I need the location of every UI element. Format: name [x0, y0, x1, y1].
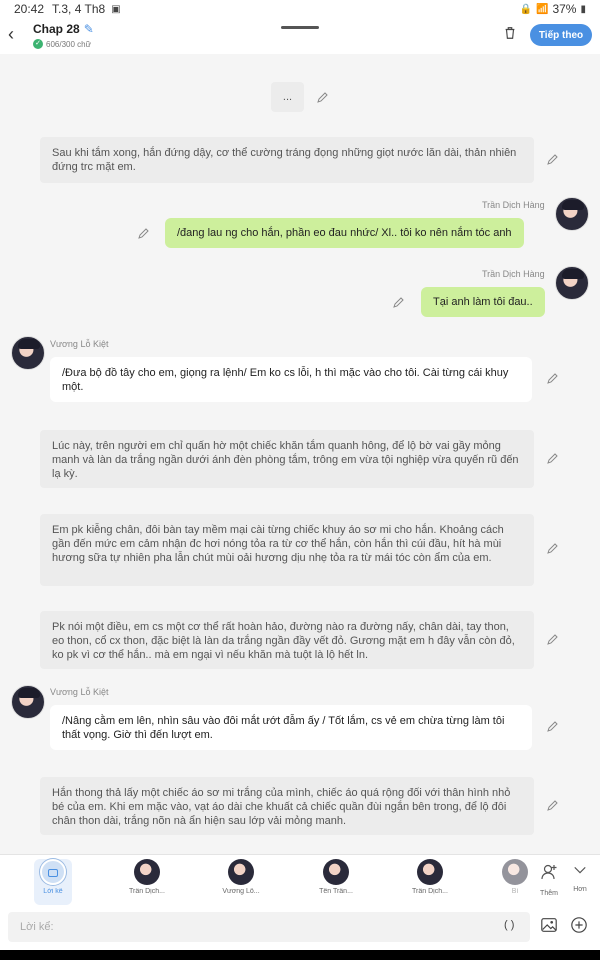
wifi-icon: 📶: [536, 3, 549, 15]
action-parentheses-button[interactable]: ( ): [504, 919, 514, 931]
placeholder-message[interactable]: ...: [271, 82, 304, 112]
follow-button[interactable]: Tiếp theo: [530, 24, 592, 46]
edit-pencil-icon[interactable]: [546, 799, 560, 813]
avatar[interactable]: [555, 266, 589, 300]
character-name: Lời kể: [43, 888, 63, 895]
word-count: ✓ 606/300 chữ: [33, 39, 91, 49]
add-icon[interactable]: [570, 916, 590, 936]
edit-pencil-icon[interactable]: [546, 633, 560, 647]
edit-pencil-icon[interactable]: [546, 720, 560, 734]
edit-pencil-icon[interactable]: [546, 542, 560, 556]
avatar[interactable]: [11, 336, 45, 370]
narration-input[interactable]: [8, 912, 530, 942]
character-name: Trần Dịch...: [129, 888, 165, 895]
narration-avatar: [40, 859, 66, 885]
chevron-down-icon: [574, 866, 586, 874]
status-bar: 20:42 T.3, 4 Th8 ▣ 🔒 📶 37% ▮: [0, 0, 600, 18]
edit-pencil-icon[interactable]: [546, 153, 560, 167]
dialogue-bubble[interactable]: /Đưa bộ đồ tây cho em, giọng ra lệnh/ Em…: [50, 357, 532, 402]
edit-pencil-icon[interactable]: [392, 296, 406, 310]
character-selector: Lời kể Trần Dịch... Vương Lỗ... Tên Trần…: [0, 854, 600, 906]
story-content: ... Sau khi tắm xong, hắn đứng dậy, cơ t…: [0, 54, 600, 854]
dialogue-bubble[interactable]: Tại anh làm tôi đau..: [421, 287, 545, 317]
dialogue-bubble[interactable]: /Nâng cằm em lên, nhìn sâu vào đôi mắt ư…: [50, 705, 532, 750]
narration-bubble[interactable]: Em pk kiễng chân, đôi bàn tay mềm mại cà…: [40, 514, 534, 586]
character-item[interactable]: Trần Dịch...: [400, 859, 460, 905]
speaker-name: Vương Lỗ Kiệt: [50, 687, 109, 697]
speaker-name: Vương Lỗ Kiệt: [50, 339, 109, 349]
gallery-notification-icon: ▣: [111, 3, 121, 15]
narration-bubble[interactable]: Pk nói một điều, em cs một cơ thể rất ho…: [40, 611, 534, 669]
edit-pencil-icon[interactable]: [137, 227, 151, 241]
add-person-icon: [541, 864, 557, 880]
add-character-label: Thêm: [540, 890, 558, 897]
battery-percent: 37%: [552, 2, 577, 16]
edit-pencil-icon[interactable]: [316, 91, 330, 105]
character-item[interactable]: Trần Dịch...: [117, 859, 177, 905]
narration-bubble[interactable]: Sau khi tắm xong, hắn đứng dậy, cơ thể c…: [40, 137, 534, 183]
character-name: Bì: [511, 888, 519, 895]
narration-bubble[interactable]: Lúc này, trên người em chỉ quấn hờ một c…: [40, 430, 534, 488]
status-date: T.3, 4 Th8: [52, 2, 106, 16]
avatar[interactable]: [555, 197, 589, 231]
character-name: Trần Dịch...: [412, 888, 448, 895]
chapter-header: ‹ Chap 28 ✎ ✓ 606/300 chữ Tiếp theo: [0, 18, 600, 54]
more-characters-label: Hơn: [573, 886, 587, 893]
message-icon: [48, 869, 58, 877]
character-avatar: [228, 859, 254, 885]
trash-icon[interactable]: [503, 26, 519, 42]
character-avatar: [134, 859, 160, 885]
character-item[interactable]: Vương Lỗ...: [211, 859, 271, 905]
dialogue-bubble[interactable]: /đang lau ng cho hắn, phần eo đau nhức/ …: [165, 218, 524, 248]
character-name: Vương Lỗ...: [222, 888, 260, 895]
status-time: 20:42: [14, 2, 45, 16]
character-avatar: [323, 859, 349, 885]
add-character-button[interactable]: Thêm: [536, 863, 562, 897]
speaker-name: Trần Dịch Hàng: [482, 269, 545, 279]
character-item[interactable]: Bì: [500, 859, 530, 905]
character-item[interactable]: Tên Trần...: [306, 859, 366, 905]
speaker-name: Trần Dịch Hàng: [482, 200, 545, 210]
system-nav-bar: [0, 950, 600, 960]
avatar[interactable]: [11, 685, 45, 719]
more-characters-button[interactable]: Hơn: [568, 863, 592, 893]
message-input-bar: ( ): [0, 906, 600, 950]
character-avatar: [502, 859, 528, 885]
chapter-title-text: Chap 28: [33, 22, 80, 36]
edit-title-icon[interactable]: ✎: [84, 22, 94, 36]
battery-icon: ▮: [580, 3, 586, 15]
character-avatar: [417, 859, 443, 885]
edit-pencil-icon[interactable]: [546, 372, 560, 386]
character-narration[interactable]: Lời kể: [34, 859, 72, 905]
narration-bubble[interactable]: Hắn thong thả lấy một chiếc áo sơ mi trắ…: [40, 777, 534, 835]
word-count-text: 606/300 chữ: [46, 39, 91, 49]
lock-icon: 🔒: [519, 3, 532, 15]
image-icon[interactable]: [540, 916, 560, 936]
drag-handle[interactable]: [281, 26, 319, 29]
edit-pencil-icon[interactable]: [546, 452, 560, 466]
chapter-title: Chap 28 ✎: [33, 22, 94, 36]
back-arrow-icon[interactable]: ‹: [8, 24, 26, 44]
check-icon: ✓: [33, 39, 43, 49]
character-name: Tên Trần...: [319, 888, 353, 895]
